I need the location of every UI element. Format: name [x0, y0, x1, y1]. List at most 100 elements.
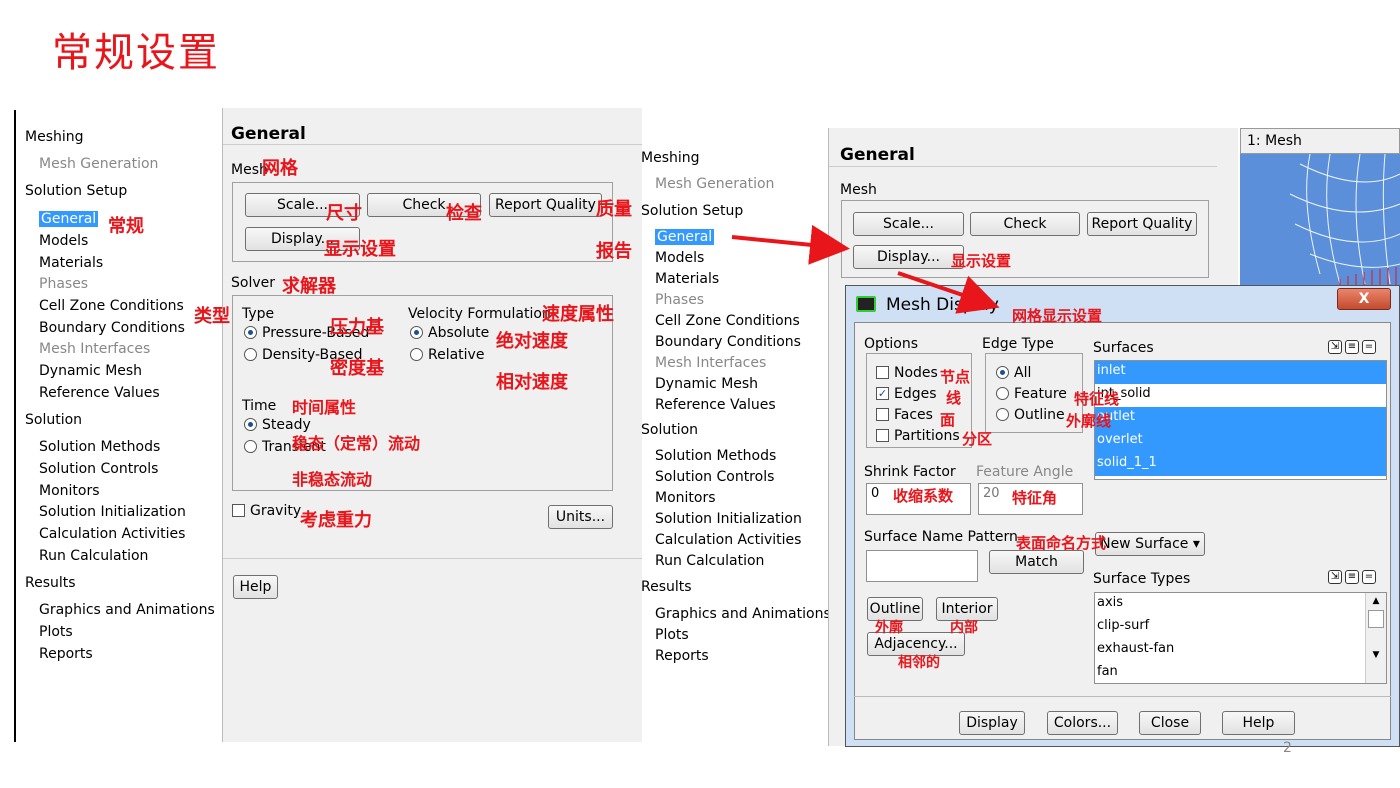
right-tree-item-dynamic-mesh[interactable]: Dynamic Mesh	[655, 376, 758, 392]
surface-type-item[interactable]: clip-surf	[1095, 616, 1386, 639]
right-tree-item-graphics-and-animations[interactable]: Graphics and Animations	[655, 606, 831, 622]
dialog-colors-button[interactable]: Colors...	[1047, 711, 1118, 735]
scroll-down-icon[interactable]: ▼	[1366, 650, 1386, 660]
right-tree-item-solution[interactable]: Solution	[641, 422, 698, 438]
left-tree-item-general[interactable]: General	[39, 211, 99, 227]
left-tree-item-cell-zone-conditions[interactable]: Cell Zone Conditions	[39, 298, 184, 314]
right-tree-item-phases[interactable]: Phases	[655, 292, 704, 308]
surface-types-list[interactable]: axis clip-surf exhaust-fan fan	[1094, 592, 1387, 684]
right-tree-item-reports[interactable]: Reports	[655, 648, 709, 664]
left-tree-item-meshing[interactable]: Meshing	[25, 129, 84, 145]
left-tree-item-mesh-generation[interactable]: Mesh Generation	[39, 156, 158, 172]
relative-radio[interactable]: Relative	[410, 347, 484, 363]
left-tree-item-dynamic-mesh[interactable]: Dynamic Mesh	[39, 363, 142, 379]
surface-type-item[interactable]: fan	[1095, 662, 1386, 683]
left-tree-item-monitors[interactable]: Monitors	[39, 483, 100, 499]
note-report: 报告	[596, 241, 632, 262]
right-tree-item-plots[interactable]: Plots	[655, 627, 689, 643]
left-tree-item-run-calculation[interactable]: Run Calculation	[39, 548, 148, 564]
surface-item[interactable]: outlet	[1095, 407, 1386, 430]
absolute-radio[interactable]: Absolute	[410, 325, 489, 341]
left-tree-item-solution-methods[interactable]: Solution Methods	[39, 439, 160, 455]
report-quality-button[interactable]: Report Quality	[489, 193, 602, 217]
feature-angle-label: Feature Angle	[976, 464, 1074, 480]
right-tree-item-general[interactable]: General	[655, 229, 715, 245]
right-tree-item-run-calculation[interactable]: Run Calculation	[655, 553, 764, 569]
faces-checkbox[interactable]: Faces	[876, 407, 933, 423]
units-button[interactable]: Units...	[548, 505, 613, 529]
note-faces: 面	[940, 411, 956, 429]
note-outline-button: 外廓	[875, 620, 903, 636]
match-button[interactable]: Match	[989, 550, 1084, 574]
scroll-thumb[interactable]	[1368, 610, 1384, 628]
surfaces-list[interactable]: inlet int_solid outlet overlet solid_1_1	[1094, 360, 1387, 480]
nodes-checkbox[interactable]: Nodes	[876, 365, 938, 381]
surfaces-label: Surfaces	[1093, 340, 1154, 356]
surface-name-pattern-input[interactable]	[866, 550, 978, 582]
right-tree-item-calculation-activities[interactable]: Calculation Activities	[655, 532, 801, 548]
surface-item[interactable]: inlet	[1095, 361, 1386, 384]
surface-item[interactable]: overlet	[1095, 430, 1386, 453]
edge-all-radio[interactable]: All	[996, 365, 1031, 381]
right-tree-item-mesh-interfaces[interactable]: Mesh Interfaces	[655, 355, 766, 371]
surface-types-label: Surface Types	[1093, 571, 1191, 587]
right-tree-item-boundary-conditions[interactable]: Boundary Conditions	[655, 334, 801, 350]
dialog-display-button[interactable]: Display	[959, 711, 1025, 735]
surface-item[interactable]: solid_1_1	[1095, 453, 1386, 476]
right-tree-item-meshing[interactable]: Meshing	[641, 150, 700, 166]
right-report-quality-button[interactable]: Report Quality	[1087, 212, 1197, 236]
left-tree-item-graphics-and-animations[interactable]: Graphics and Animations	[39, 602, 215, 618]
right-tree-item-solution-setup[interactable]: Solution Setup	[641, 203, 743, 219]
left-tree-item-solution-initialization[interactable]: Solution Initialization	[39, 504, 186, 520]
note-time: 时间属性	[292, 398, 357, 417]
left-tree-item-calculation-activities[interactable]: Calculation Activities	[39, 526, 185, 542]
surface-type-item[interactable]: exhaust-fan	[1095, 639, 1386, 662]
right-tree-item-solution-methods[interactable]: Solution Methods	[655, 448, 776, 464]
left-tree-item-solution-setup[interactable]: Solution Setup	[25, 183, 127, 199]
left-tree-item-reports[interactable]: Reports	[39, 646, 93, 662]
edges-checkbox[interactable]: ✓ Edges	[876, 386, 937, 402]
left-tree-item-reference-values[interactable]: Reference Values	[39, 385, 160, 401]
dialog-close-button[interactable]: Close	[1139, 711, 1201, 735]
dialog-close-icon[interactable]: X	[1337, 288, 1391, 310]
edge-feature-radio[interactable]: Feature	[996, 386, 1067, 402]
right-tree-item-solution-controls[interactable]: Solution Controls	[655, 469, 774, 485]
mesh-view-tab[interactable]: 1: Mesh	[1240, 128, 1400, 154]
right-tree-item-cell-zone-conditions[interactable]: Cell Zone Conditions	[655, 313, 800, 329]
right-tree-item-solution-initialization[interactable]: Solution Initialization	[655, 511, 802, 527]
gravity-checkbox[interactable]: Gravity	[232, 503, 301, 519]
left-tree-item-solution[interactable]: Solution	[25, 412, 82, 428]
partitions-checkbox[interactable]: Partitions	[876, 428, 960, 444]
scroll-up-icon[interactable]: ▲	[1366, 596, 1386, 606]
left-tree-item-plots[interactable]: Plots	[39, 624, 73, 640]
note-solver: 求解器	[282, 276, 336, 297]
right-tree-item-materials[interactable]: Materials	[655, 271, 719, 287]
chevron-down-icon: ▾	[1192, 536, 1200, 552]
options-label: Options	[864, 336, 919, 352]
velocity-formulation-label: Velocity Formulation	[408, 306, 551, 322]
dialog-help-button[interactable]: Help	[1222, 711, 1295, 735]
surface-type-item[interactable]: axis	[1095, 593, 1386, 616]
left-tree-item-models[interactable]: Models	[39, 233, 88, 249]
left-tree-item-phases[interactable]: Phases	[39, 276, 88, 292]
left-tree-item-results[interactable]: Results	[25, 575, 76, 591]
note-outline: 外廓线	[1066, 412, 1112, 430]
edge-outline-radio[interactable]: Outline	[996, 407, 1065, 423]
left-tree-item-boundary-conditions[interactable]: Boundary Conditions	[39, 320, 185, 336]
note-transient: 非稳态流动	[292, 470, 373, 489]
left-tree-item-solution-controls[interactable]: Solution Controls	[39, 461, 158, 477]
right-tree-item-monitors[interactable]: Monitors	[655, 490, 716, 506]
left-tree-item-materials[interactable]: Materials	[39, 255, 103, 271]
annotation-arrows	[731, 225, 1000, 314]
left-tree-item-mesh-interfaces[interactable]: Mesh Interfaces	[39, 341, 150, 357]
new-surface-dropdown[interactable]: New Surface ▾	[1095, 532, 1205, 556]
surfaces-select-tools[interactable]: ⇲ ≡ =	[1325, 337, 1376, 354]
surface-types-scrollbar[interactable]: ▲ ▼	[1365, 593, 1386, 683]
right-tree-item-reference-values[interactable]: Reference Values	[655, 397, 776, 413]
right-tree-item-results[interactable]: Results	[641, 579, 692, 595]
surface-item[interactable]: int_solid	[1095, 384, 1386, 407]
right-tree-item-mesh-generation[interactable]: Mesh Generation	[655, 176, 774, 192]
help-button[interactable]: Help	[233, 575, 278, 599]
right-tree-item-models[interactable]: Models	[655, 250, 704, 266]
surface-types-select-tools[interactable]: ⇲ ≡ =	[1325, 567, 1376, 584]
